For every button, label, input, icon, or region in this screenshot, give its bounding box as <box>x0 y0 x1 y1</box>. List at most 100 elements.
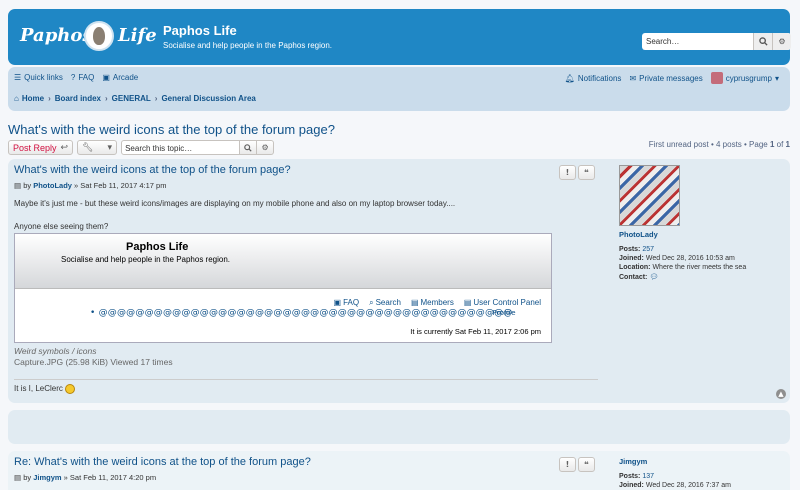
post-reply-label: Post Reply <box>13 142 57 153</box>
notifications-label: Notifications <box>577 73 622 83</box>
pagination: First unread post • 4 posts • Page 1 of … <box>649 140 790 149</box>
faq-label: FAQ <box>78 73 95 82</box>
profile-location-value: Where the river meets the sea <box>652 264 747 271</box>
breadcrumb-home[interactable]: ⌂ Home <box>14 94 44 103</box>
post-author-line: ▤ by Jimgym » Sat Feb 11, 2017 4:20 pm <box>14 473 156 482</box>
post-body-line: Anyone else seeing them? <box>14 222 109 231</box>
site-header: Paphos Life Paphos Life Socialise and he… <box>8 9 791 65</box>
signature: It is I, LeClerc <box>14 384 76 394</box>
pagination-total-pages: 1 <box>785 140 790 149</box>
attachment-current-time: It is currently Sat Feb 11, 2017 2:06 pm <box>410 327 541 336</box>
private-messages-link[interactable]: ✉ Private messages <box>629 74 702 83</box>
profile-contact: Contact: 💬︎ <box>619 273 746 281</box>
members-icon: ▤ <box>410 298 419 307</box>
post-separator <box>8 410 790 444</box>
avatar <box>710 72 723 84</box>
pagination-current-page: 1 <box>769 140 775 149</box>
navbar: ☰ Quick links ? FAQ ▣ Arcade 🔔︎ Notification… <box>8 67 790 111</box>
profile-joined-date: Wed Dec 28, 2016 7:37 am <box>645 482 731 489</box>
post-buttons: ! ❝ <box>559 457 597 472</box>
faq-link[interactable]: ? FAQ <box>71 73 94 82</box>
post-title[interactable]: Re: What's with the weird icons at the t… <box>14 456 311 468</box>
quote-icon[interactable]: ❝ <box>578 165 595 180</box>
gamepad-icon: ▣ <box>102 73 110 82</box>
profile-joined: Joined: Wed Dec 28, 2016 7:37 am <box>619 482 731 489</box>
post: What's with the weird icons at the top o… <box>8 159 790 403</box>
post-buttons: ! ❝ <box>559 165 597 180</box>
attachment-description: Socialise and help people in the Paphos … <box>61 255 231 264</box>
weird-glyphs: • @@@@@@@@@@@@@@@@@@@@@@@@@@@@@@@@@@@@@@… <box>90 308 513 318</box>
reply-arrow-icon: ↩ <box>60 142 69 152</box>
post-by-label: by <box>23 181 32 190</box>
profile-posts: Posts: 257 <box>619 246 746 253</box>
attachment-title: Paphos Life <box>126 241 189 253</box>
pagination-of: of <box>776 140 784 149</box>
bell-icon: 🔔︎ <box>564 73 575 83</box>
username: cyprusgrump <box>725 73 772 83</box>
private-messages-label: Private messages <box>639 73 703 83</box>
header-search-input[interactable]: Search… <box>642 33 753 50</box>
profile-username[interactable]: PhotoLady <box>619 230 746 239</box>
breadcrumb-home-label: Home <box>21 94 45 103</box>
quote-icon[interactable]: ❝ <box>578 457 595 472</box>
back-to-top-icon[interactable]: ▲ <box>776 389 786 399</box>
search-icon: ⌕ <box>369 298 374 307</box>
breadcrumb-general[interactable]: GENERAL <box>112 94 151 103</box>
header-search: Search… ⚙ <box>642 33 791 50</box>
profile-username[interactable]: Jimgym <box>619 457 731 466</box>
user-menu[interactable]: cyprusgrump ▾ <box>710 72 782 84</box>
site-title[interactable]: Paphos Life <box>163 23 237 38</box>
post-author[interactable]: PhotoLady <box>33 181 72 190</box>
profile-posts-label: Posts: <box>619 473 641 480</box>
weird-glyph-row: • @@@@@@@@@@@@@@@@@@@@@@@@@@@@@@@@@@@@@@… <box>90 308 516 318</box>
breadcrumb-separator: › <box>48 94 51 103</box>
report-icon[interactable]: ! <box>559 165 576 180</box>
attachment-header: Paphos Life Socialise and help people in… <box>15 234 551 289</box>
caret-down-icon: ▾ <box>107 142 113 152</box>
profile-posts-count[interactable]: 257 <box>642 246 654 253</box>
speech-bubble-icon[interactable]: 💬︎ <box>649 274 658 281</box>
arcade-link[interactable]: ▣ Arcade <box>102 73 138 82</box>
profile-contact-label: Contact: <box>619 274 648 281</box>
post-author[interactable]: Jimgym <box>33 473 61 482</box>
logo-text-left: Paphos <box>20 25 93 46</box>
logo-emblem-icon <box>84 21 114 51</box>
control-panel-icon: ▤ <box>463 298 472 307</box>
caret-down-icon: ▾ <box>774 73 779 83</box>
avatar[interactable] <box>619 165 680 226</box>
profile-joined: Joined: Wed Dec 28, 2016 10:53 am <box>619 255 746 262</box>
glyph-profile-label: Profile <box>492 309 516 317</box>
post-author-line: ▤ by PhotoLady » Sat Feb 11, 2017 4:17 p… <box>14 181 166 190</box>
site-logo[interactable]: Paphos Life <box>20 19 160 55</box>
quick-links-menu[interactable]: ☰ Quick links <box>14 73 63 82</box>
profile-joined-date: Wed Dec 28, 2016 10:53 am <box>645 255 735 262</box>
topic-search-input[interactable]: Search this topic… <box>121 140 241 155</box>
question-icon: ? <box>70 73 76 82</box>
logo-text-right: Life <box>118 25 157 46</box>
inbox-icon: ✉ <box>629 73 637 83</box>
breadcrumb: ⌂ Home › Board index › GENERAL › General … <box>14 94 256 103</box>
laughing-emoji-icon <box>65 384 76 394</box>
notifications-link[interactable]: 🔔︎ Notifications <box>565 74 622 83</box>
post-icon: ▤ <box>14 473 22 482</box>
attachment-link-ucp: User Control Panel <box>473 298 541 307</box>
post-reply-button[interactable]: Post Reply ↩ <box>8 140 74 155</box>
post: Re: What's with the weird icons at the t… <box>8 451 790 490</box>
search-icon[interactable] <box>753 33 772 50</box>
advanced-search-gear-icon[interactable]: ⚙ <box>772 33 791 50</box>
post-icon: ▤ <box>14 181 22 190</box>
attachment-links: ▣ FAQ ⌕ Search ▤ Members ▤ User Control Pane… <box>324 298 541 308</box>
page-title[interactable]: What's with the weird icons at the top o… <box>8 122 335 137</box>
report-icon[interactable]: ! <box>559 457 576 472</box>
wrench-icon: 🔧︎ <box>82 142 94 152</box>
profile-posts-count[interactable]: 137 <box>642 473 654 480</box>
topic-search-icon[interactable] <box>240 140 258 155</box>
breadcrumb-board-index[interactable]: Board index <box>55 94 101 103</box>
breadcrumb-forum[interactable]: General Discussion Area <box>161 94 255 103</box>
attachment-image[interactable]: Paphos Life Socialise and help people in… <box>14 233 552 343</box>
attachment-caption: Weird symbols / icons <box>14 346 97 356</box>
post-title[interactable]: What's with the weird icons at the top o… <box>14 164 291 176</box>
topic-advanced-search-gear-icon[interactable]: ⚙ <box>257 140 275 155</box>
topic-tools-button[interactable]: 🔧︎ ▾ <box>77 140 118 155</box>
profile-posts-label: Posts: <box>619 246 641 253</box>
